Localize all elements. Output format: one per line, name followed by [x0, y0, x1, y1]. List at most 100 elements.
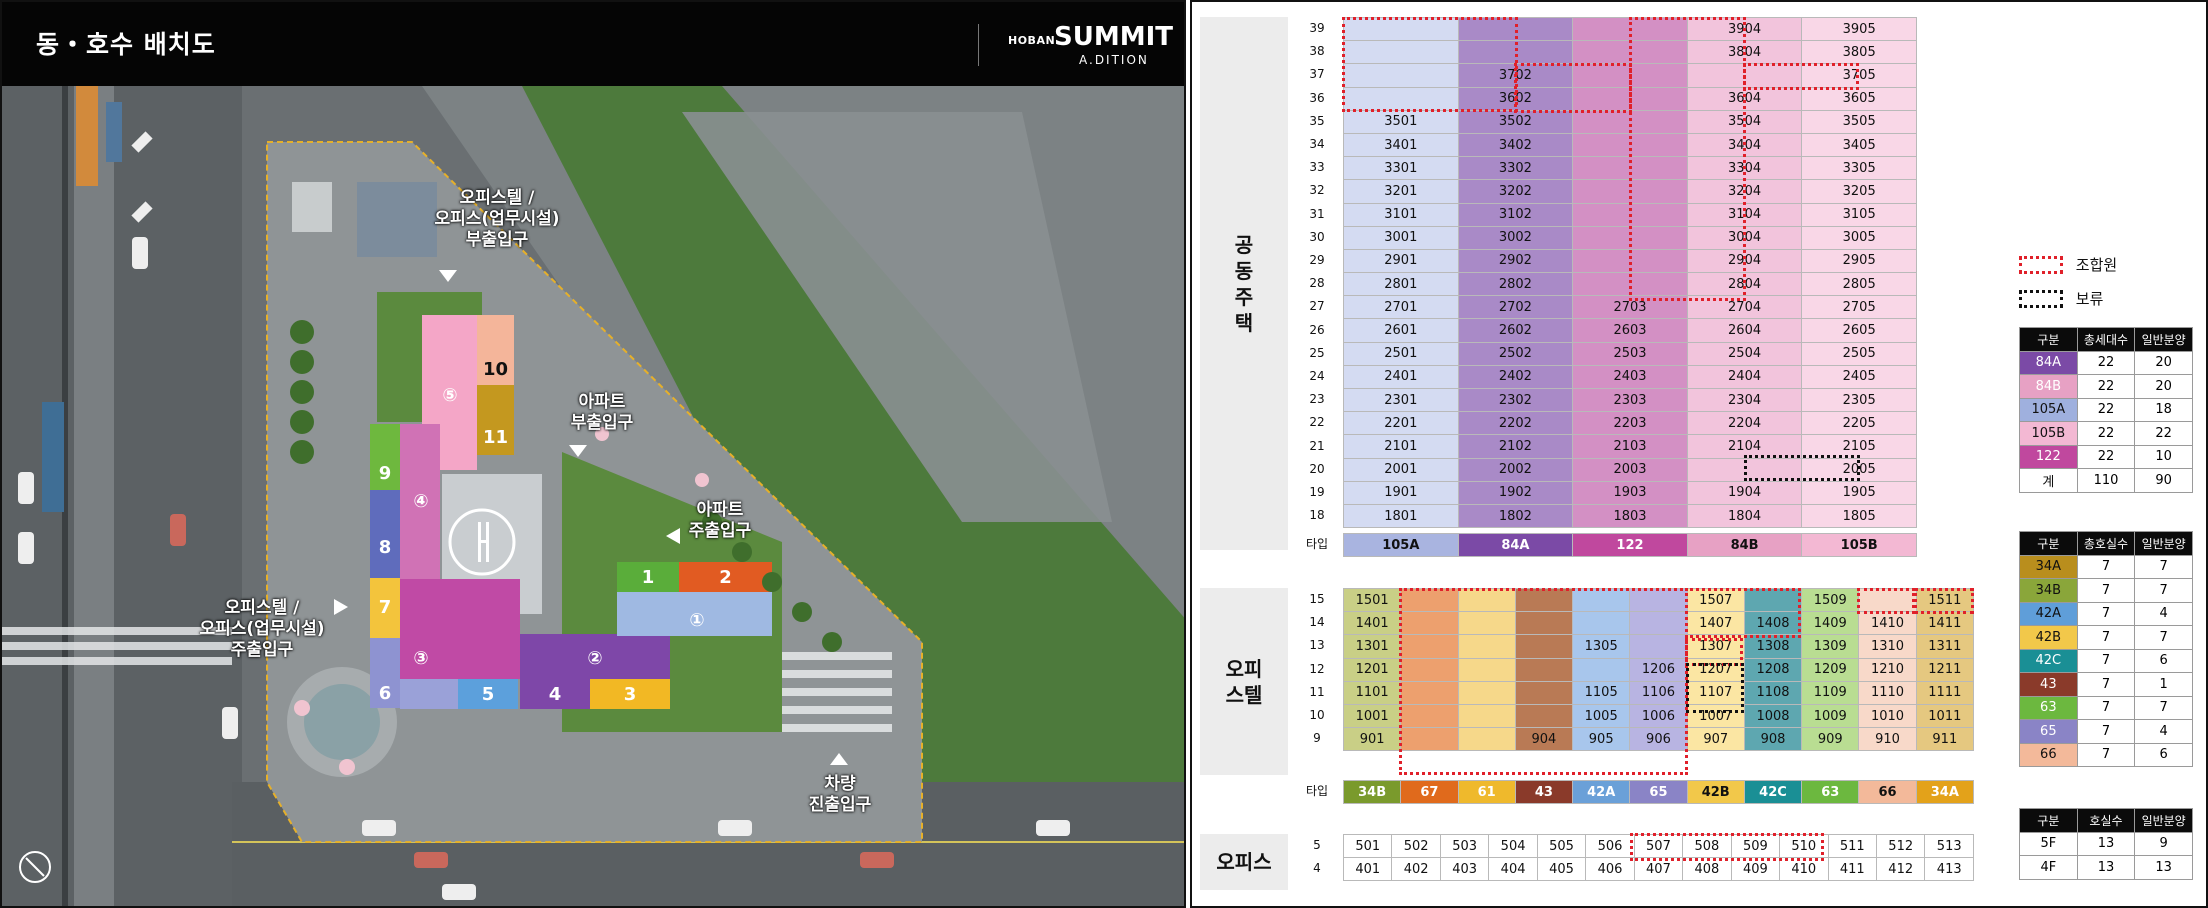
- unit-cell: 1107: [1686, 680, 1745, 705]
- floor-label: 12: [1309, 661, 1325, 676]
- unit-cell: 3101: [1343, 202, 1459, 227]
- unit-cell: 1005: [1572, 703, 1631, 729]
- circled-building-1: ①: [689, 609, 705, 631]
- unit-cell: [1457, 40, 1574, 65]
- unit-cell: 3501: [1343, 109, 1459, 134]
- legend-union: 조합원: [2019, 254, 2117, 275]
- unit-cell: [1457, 634, 1516, 659]
- unit-cell: 3102: [1457, 202, 1574, 227]
- unit-cell: 1310: [1858, 634, 1917, 659]
- unit-cell: 2902: [1457, 248, 1574, 274]
- unit-row: 1001 1005 1006 1007 1008 1009 1010 1011: [1342, 703, 1975, 729]
- type-cell: 43: [1514, 779, 1574, 805]
- unit-row: 1801 1802 1803 1804 1805: [1343, 503, 1917, 529]
- unit-cell: 1904: [1686, 480, 1803, 505]
- summary-cell: 22: [2076, 350, 2136, 375]
- unit-cell: [1629, 587, 1688, 613]
- summary-row: 5F 13 9: [2019, 831, 2193, 856]
- unit-cell: [1572, 611, 1631, 636]
- summary-cell: 7: [2076, 625, 2136, 650]
- site-plan-drawing: [2, 2, 1184, 906]
- unit-cell: 1311: [1915, 634, 1975, 659]
- unit-cell: 2404: [1686, 364, 1803, 390]
- unit-cell: [1572, 132, 1688, 158]
- unit-cell: 1408: [1743, 611, 1803, 636]
- unit-cell: [1572, 179, 1688, 204]
- unit-row: 2001 2002 2003 2005: [1343, 457, 1917, 482]
- unit-cell: 907: [1686, 727, 1745, 752]
- unit-cell: [1572, 40, 1688, 65]
- summary-cell: 13: [2076, 831, 2136, 856]
- circled-building-5: ⑤: [442, 384, 458, 406]
- unit-cell: 1805: [1801, 503, 1917, 529]
- type-row: 105A 84A 122 84B 105B: [1343, 532, 1917, 558]
- unit-row: 3201 3202 3204 3205: [1343, 179, 1917, 204]
- summary-cell: 7: [2134, 578, 2193, 603]
- unit-cell: [1572, 587, 1631, 613]
- floor-label: 4: [1313, 861, 1321, 876]
- unit-cell: [1457, 703, 1516, 729]
- unit-cell: [1400, 727, 1459, 752]
- unit-cell: [1343, 40, 1459, 65]
- summary-cell: 22: [2076, 374, 2136, 399]
- unit-cell: 2304: [1686, 387, 1803, 413]
- type-cell: 67: [1400, 779, 1459, 805]
- unit-row: 2101 2102 2103 2104 2105: [1343, 434, 1917, 459]
- unit-cell: 2502: [1457, 341, 1574, 366]
- unit-cell: [1400, 680, 1459, 705]
- floor-label: 5: [1313, 838, 1321, 852]
- apt-section-label-box: 공 동 주 택: [1200, 17, 1288, 550]
- apt-aux-entrance-label: 아파트 부출입구: [570, 392, 634, 433]
- unit-cell: 1903: [1572, 480, 1688, 505]
- summary-cell: 122: [2019, 444, 2078, 469]
- summary-cell: 22: [2076, 444, 2136, 469]
- summary-cell: 22: [2076, 421, 2136, 446]
- unit-cell: 3602: [1457, 86, 1574, 111]
- unit-cell: 3804: [1686, 40, 1803, 65]
- unit-cell: 2303: [1572, 387, 1688, 413]
- summary-cell: 42B: [2019, 625, 2078, 650]
- summary-cell: 84B: [2019, 374, 2078, 399]
- unit-cell: 910: [1858, 727, 1917, 752]
- summary-row: 계 110 90: [2019, 468, 2193, 493]
- unit-cell: [1514, 634, 1574, 659]
- unit-cell: 3302: [1457, 156, 1574, 181]
- unit-cell: 501: [1342, 833, 1393, 859]
- unit-cell: 3502: [1457, 109, 1574, 134]
- unit-row: 3804 3805: [1343, 40, 1917, 65]
- unit-cell: 2205: [1801, 411, 1917, 436]
- unit-cell: [1858, 587, 1917, 613]
- summary-header-cell: 일반분양: [2134, 327, 2193, 352]
- unit-cell: [1686, 457, 1803, 482]
- type-cell: 66: [1858, 779, 1917, 805]
- apt-summary-table: 구분 총세대수 일반분양 84A 22 20 84B 22 20 105A 22 18 105B 22 22…: [2019, 327, 2193, 493]
- summary-cell: 7: [2076, 742, 2136, 767]
- unit-allocation-panel: 공 동 주 택 39 38 37 36 35 34 33 32 31 30 29 28 27 26 25 24…: [1190, 0, 2208, 908]
- unit-cell: 2101: [1343, 434, 1459, 459]
- unit-cell: 1802: [1457, 503, 1574, 529]
- unit-cell: [1514, 680, 1574, 705]
- unit-cell: 2102: [1457, 434, 1574, 459]
- unit-cell: 2802: [1457, 272, 1574, 297]
- unit-row: 3702 3705: [1343, 63, 1917, 88]
- summary-header-cell: 일반분양: [2134, 808, 2193, 833]
- type-cell: 84A: [1457, 532, 1574, 558]
- unit-cell: 2504: [1686, 341, 1803, 366]
- unit-cell: 1001: [1342, 703, 1402, 729]
- office-summary-table: 구분 호실수 일반분양 5F 13 9 4F 13 13: [2019, 808, 2193, 880]
- unit-cell: 2804: [1686, 272, 1803, 297]
- unit-cell: 1801: [1343, 503, 1459, 529]
- unit-cell: 2003: [1572, 457, 1688, 482]
- unit-cell: 3204: [1686, 179, 1803, 204]
- unit-cell: [1457, 611, 1516, 636]
- summary-cell: 18: [2134, 397, 2193, 422]
- unit-cell: 511: [1827, 833, 1877, 859]
- apt-section-label: 공 동 주 택: [1234, 232, 1254, 335]
- type-cell: 42C: [1743, 779, 1803, 805]
- building-1: 1: [641, 566, 655, 588]
- officetel-aux-entrance-label: 오피스텔 / 오피스(업무시설) 부출입구: [434, 188, 560, 250]
- unit-cell: [1400, 703, 1459, 729]
- unit-row: 1501 1507 1509 1511: [1342, 587, 1975, 613]
- unit-cell: 3004: [1686, 225, 1803, 250]
- unit-cell: 1803: [1572, 503, 1688, 529]
